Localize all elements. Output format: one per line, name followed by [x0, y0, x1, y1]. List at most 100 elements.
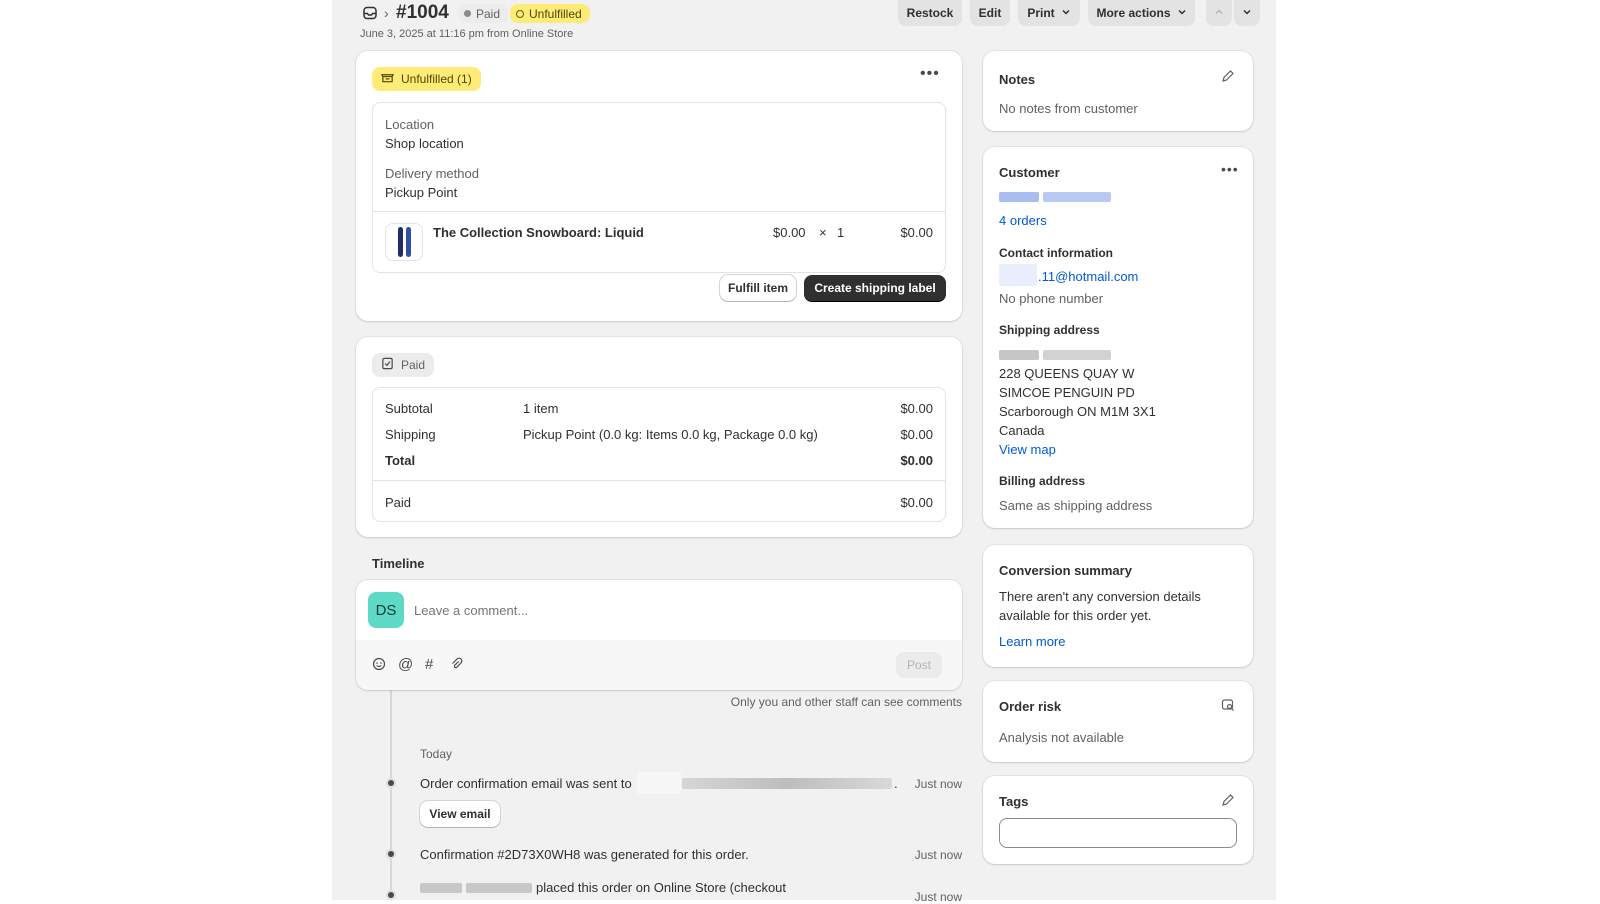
- comment-input[interactable]: [414, 598, 934, 622]
- more-actions-button[interactable]: More actions: [1088, 0, 1195, 26]
- paid-status-badge: Paid: [372, 353, 435, 377]
- timeline-event-time: Just now: [914, 890, 962, 904]
- divider: [373, 211, 945, 212]
- order-risk-title: Order risk: [999, 699, 1062, 714]
- snowboard-image: [397, 227, 403, 257]
- billing-address-body: Same as shipping address: [999, 498, 1153, 513]
- product-thumbnail[interactable]: [385, 223, 423, 261]
- avatar: DS: [368, 592, 404, 628]
- tags-title: Tags: [999, 794, 1029, 809]
- address-line: Canada: [999, 423, 1045, 438]
- chevron-up-icon: [1214, 6, 1224, 20]
- product-price: $0.00: [773, 225, 806, 240]
- orders-icon[interactable]: [362, 5, 378, 24]
- paid-badge: Paid: [458, 4, 509, 23]
- payment-summary: Subtotal 1 item $0.00 Shipping Pickup Po…: [372, 387, 946, 522]
- breadcrumb-chevron-icon: ›: [384, 5, 389, 21]
- fulfillment-card: Unfulfilled (1) ••• Location Shop locati…: [356, 51, 962, 321]
- quantity-times: ×: [819, 225, 827, 240]
- chevron-down-icon: [1242, 6, 1252, 20]
- order-number: #1004: [396, 2, 449, 23]
- notes-body: No notes from customer: [999, 101, 1138, 116]
- edit-pencil-icon[interactable]: [1221, 69, 1235, 86]
- staff-note: Only you and other staff can see comment…: [730, 695, 962, 709]
- redacted-customer-name[interactable]: [1043, 192, 1111, 202]
- emoji-icon[interactable]: [372, 657, 386, 674]
- timeline-line: [390, 690, 392, 900]
- timeline-dot: [386, 890, 396, 900]
- print-button[interactable]: Print: [1018, 0, 1080, 26]
- fulfillment-details: Location Shop location Delivery method P…: [372, 102, 946, 273]
- unfulfilled-ring-icon: [516, 9, 524, 18]
- delivery-method-value: Pickup Point: [385, 185, 458, 200]
- shipping-address-title: Shipping address: [999, 323, 1100, 337]
- payment-card: Paid Subtotal 1 item $0.00 Shipping Pick…: [356, 337, 962, 537]
- redacted-customer-name[interactable]: [999, 192, 1039, 202]
- fulfillment-box-icon: [380, 71, 395, 87]
- view-email-button[interactable]: View email: [420, 801, 500, 827]
- period: .: [894, 776, 898, 791]
- paid-label: Paid: [385, 495, 412, 510]
- tags-card: Tags: [983, 776, 1253, 864]
- subtotal-amount: $0.00: [900, 401, 933, 416]
- subtotal-desc: 1 item: [523, 401, 559, 416]
- conversion-summary-card: Conversion summary There aren't any conv…: [983, 545, 1253, 667]
- more-options-icon[interactable]: •••: [920, 65, 940, 83]
- view-map-link[interactable]: View map: [999, 442, 1056, 457]
- location-value: Shop location: [385, 136, 464, 151]
- more-options-icon[interactable]: •••: [1221, 161, 1239, 177]
- receipt-check-icon: [381, 357, 394, 373]
- comment-box: DS @ # Post: [356, 580, 962, 690]
- chevron-down-icon: [1061, 6, 1071, 20]
- notes-title: Notes: [999, 72, 1036, 87]
- learn-more-link[interactable]: Learn more: [999, 634, 1065, 649]
- notes-card: Notes No notes from customer: [983, 51, 1253, 131]
- delivery-method-label: Delivery method: [385, 166, 479, 181]
- timeline-event-time: Just now: [914, 848, 962, 862]
- post-button[interactable]: Post: [896, 652, 942, 678]
- next-order-button[interactable]: [1234, 0, 1260, 26]
- orders-link[interactable]: 4 orders: [999, 213, 1047, 228]
- timeline-dot: [386, 778, 396, 788]
- order-risk-body: Analysis not available: [999, 730, 1125, 745]
- unfulfilled-badge: Unfulfilled: [510, 4, 590, 23]
- billing-address-title: Billing address: [999, 474, 1086, 488]
- contact-title: Contact information: [999, 246, 1113, 260]
- product-total: $0.00: [900, 225, 933, 240]
- timeline-dot: [386, 849, 396, 859]
- tags-input[interactable]: [999, 818, 1237, 848]
- total-label: Total: [385, 453, 416, 468]
- redacted-email: [637, 772, 681, 794]
- order-page: › #1004 Paid Unfulfilled June 3, 2025 at…: [332, 0, 1276, 904]
- customer-email-link[interactable]: .11@hotmail.com: [1038, 269, 1138, 284]
- previous-order-button[interactable]: [1206, 0, 1232, 26]
- timeline-title: Timeline: [372, 556, 425, 571]
- customer-card: Customer ••• 4 orders Contact informatio…: [983, 147, 1253, 528]
- phone-text: No phone number: [999, 291, 1104, 306]
- attachment-icon[interactable]: [450, 657, 464, 674]
- edit-pencil-icon[interactable]: [1221, 793, 1235, 810]
- edit-button[interactable]: Edit: [970, 0, 1010, 26]
- redacted-name: [466, 883, 532, 893]
- address-line: SIMCOE PENGUIN PD: [999, 385, 1135, 400]
- product-name[interactable]: The Collection Snowboard: Liquid: [433, 225, 644, 240]
- redacted-email[interactable]: [999, 264, 1037, 286]
- redacted-name: [420, 883, 462, 893]
- hashtag-icon[interactable]: #: [425, 656, 433, 673]
- mention-icon[interactable]: @: [398, 656, 413, 673]
- location-label: Location: [385, 117, 435, 132]
- day-label: Today: [420, 747, 453, 761]
- comment-toolbar: @ # Post: [356, 640, 962, 690]
- create-shipping-label-button[interactable]: Create shipping label: [804, 275, 946, 301]
- fulfill-item-button[interactable]: Fulfill item: [720, 275, 796, 301]
- risk-analysis-icon[interactable]: [1221, 698, 1235, 715]
- address-line: 228 QUEENS QUAY W: [999, 366, 1135, 381]
- redacted-email: [682, 778, 892, 789]
- paid-dot-icon: [464, 10, 471, 17]
- conversion-title: Conversion summary: [999, 563, 1132, 578]
- restock-button[interactable]: Restock: [898, 0, 962, 26]
- redacted-recipient-name: [999, 350, 1039, 360]
- address-line: Scarborough ON M1M 3X1: [999, 404, 1156, 419]
- unfulfilled-status-badge: Unfulfilled (1): [372, 67, 481, 91]
- timeline-event-time: Just now: [914, 777, 962, 791]
